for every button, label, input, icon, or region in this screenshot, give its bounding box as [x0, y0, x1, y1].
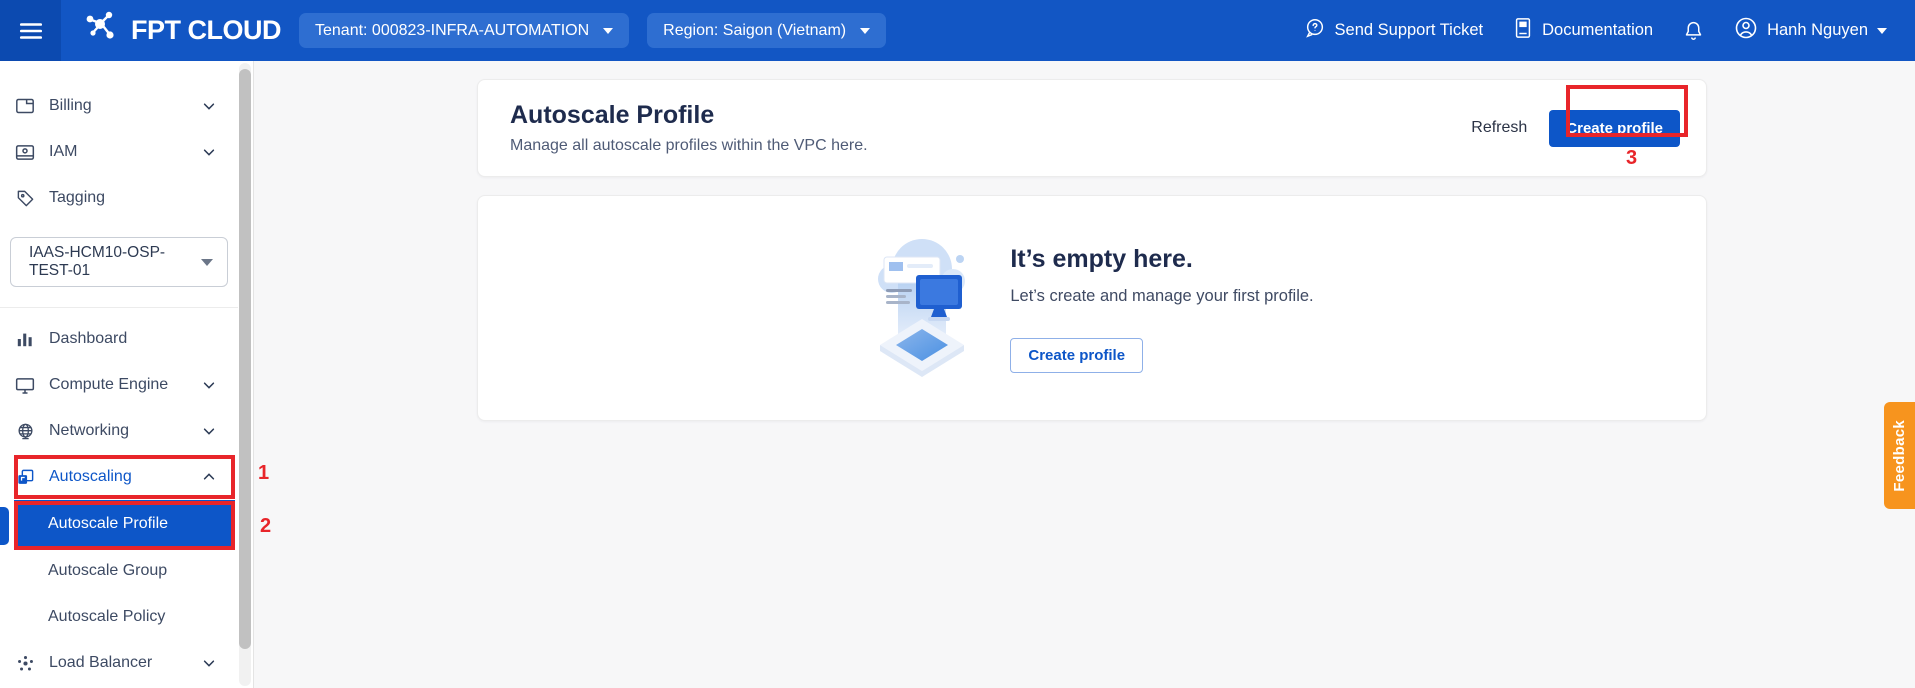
user-name: Hanh Nguyen [1767, 21, 1868, 40]
create-profile-button[interactable]: Create profile [1549, 110, 1680, 147]
sidebar-item-tagging[interactable]: Tagging [0, 175, 238, 221]
user-avatar-icon [1734, 16, 1758, 45]
chevron-down-icon [202, 145, 216, 159]
chevron-down-icon [1877, 28, 1887, 34]
support-chat-icon [1304, 17, 1326, 44]
sidebar-item-label: Autoscale Profile [48, 515, 213, 533]
tenant-dropdown[interactable]: Tenant: 000823-INFRA-AUTOMATION [299, 13, 629, 48]
vpc-selector-value: IAAS-HCM10-OSP-TEST-01 [29, 244, 201, 280]
sidebar-divider [0, 307, 238, 308]
sidebar-item-label: Autoscaling [49, 468, 202, 486]
sidebar-item-label: Networking [49, 422, 202, 440]
networking-icon [14, 422, 36, 441]
sidebar-item-autoscaling[interactable]: Autoscaling [0, 454, 238, 500]
sidebar-item-compute-engine[interactable]: Compute Engine [0, 362, 238, 408]
empty-state-title: It’s empty here. [1010, 245, 1313, 274]
sidebar-item-load-balancer[interactable]: Load Balancer [0, 640, 238, 686]
billing-icon [14, 97, 36, 115]
chevron-up-icon [202, 470, 216, 484]
sidebar-item-autoscale-group[interactable]: Autoscale Group [0, 548, 238, 594]
empty-state-subtitle: Let’s create and manage your first profi… [1010, 287, 1313, 306]
sidebar-item-label: Tagging [49, 189, 216, 207]
documentation-label: Documentation [1542, 21, 1653, 40]
page-subtitle: Manage all autoscale profiles within the… [510, 137, 868, 155]
chevron-down-icon [603, 28, 613, 34]
fpt-logo-icon [83, 8, 123, 53]
sidebar-item-label: Billing [49, 97, 202, 115]
chevron-down-icon [201, 259, 213, 266]
active-item-indicator [0, 507, 9, 545]
autoscaling-icon [14, 468, 36, 487]
sidebar-scrollbar-thumb[interactable] [239, 69, 251, 649]
menu-icon[interactable] [0, 0, 61, 61]
document-icon [1513, 17, 1533, 44]
fpt-cloud-logo[interactable]: FPT CLOUD [83, 8, 281, 53]
logo-text: FPT CLOUD [131, 15, 281, 46]
sidebar-item-dashboard[interactable]: Dashboard [0, 316, 238, 362]
empty-create-profile-button[interactable]: Create profile [1010, 338, 1143, 373]
send-support-ticket-link[interactable]: Send Support Ticket [1304, 17, 1484, 44]
sidebar-scrollbar[interactable] [239, 63, 251, 686]
page-header-card: Autoscale Profile Manage all autoscale p… [477, 79, 1707, 177]
sidebar-item-networking[interactable]: Networking [0, 408, 238, 454]
user-menu[interactable]: Hanh Nguyen [1734, 16, 1887, 45]
chevron-down-icon [202, 99, 216, 113]
sidebar-item-label: Autoscale Policy [48, 608, 216, 626]
send-support-ticket-label: Send Support Ticket [1335, 21, 1484, 40]
empty-state-card: It’s empty here. Let’s create and manage… [477, 195, 1707, 421]
feedback-label: Feedback [1891, 420, 1908, 492]
sidebar-item-autoscale-policy[interactable]: Autoscale Policy [0, 594, 238, 640]
tenant-label: Tenant: 000823-INFRA-AUTOMATION [315, 22, 589, 40]
sidebar: Billing IAM Tagging [0, 61, 254, 688]
vpc-selector[interactable]: IAAS-HCM10-OSP-TEST-01 [10, 237, 228, 287]
sidebar-item-billing[interactable]: Billing [0, 83, 238, 129]
main-content: Autoscale Profile Manage all autoscale p… [255, 61, 1915, 688]
feedback-tab[interactable]: Feedback [1884, 402, 1915, 509]
documentation-link[interactable]: Documentation [1513, 17, 1653, 44]
topbar-actions: Send Support Ticket Documentation [1304, 16, 1915, 45]
load-balancer-icon [14, 654, 36, 673]
empty-state-illustration [870, 231, 980, 386]
region-dropdown[interactable]: Region: Saigon (Vietnam) [647, 13, 886, 48]
compute-engine-icon [14, 376, 36, 395]
sidebar-item-label: IAM [49, 143, 202, 161]
bell-icon[interactable] [1683, 19, 1704, 42]
dashboard-icon [14, 330, 36, 348]
sidebar-item-autoscale-profile[interactable]: Autoscale Profile [14, 500, 235, 548]
tag-icon [14, 189, 36, 208]
chevron-down-icon [202, 656, 216, 670]
iam-icon [14, 143, 36, 162]
refresh-button[interactable]: Refresh [1471, 119, 1527, 137]
sidebar-item-iam[interactable]: IAM [0, 129, 238, 175]
region-label: Region: Saigon (Vietnam) [663, 22, 846, 40]
chevron-down-icon [202, 378, 216, 392]
topbar: FPT CLOUD Tenant: 000823-INFRA-AUTOMATIO… [0, 0, 1915, 61]
sidebar-item-label: Autoscale Group [48, 562, 216, 580]
page-title: Autoscale Profile [510, 101, 868, 130]
chevron-down-icon [202, 424, 216, 438]
sidebar-item-label: Dashboard [49, 330, 216, 348]
sidebar-item-label: Compute Engine [49, 376, 202, 394]
chevron-down-icon [860, 28, 870, 34]
sidebar-item-label: Load Balancer [49, 654, 202, 672]
